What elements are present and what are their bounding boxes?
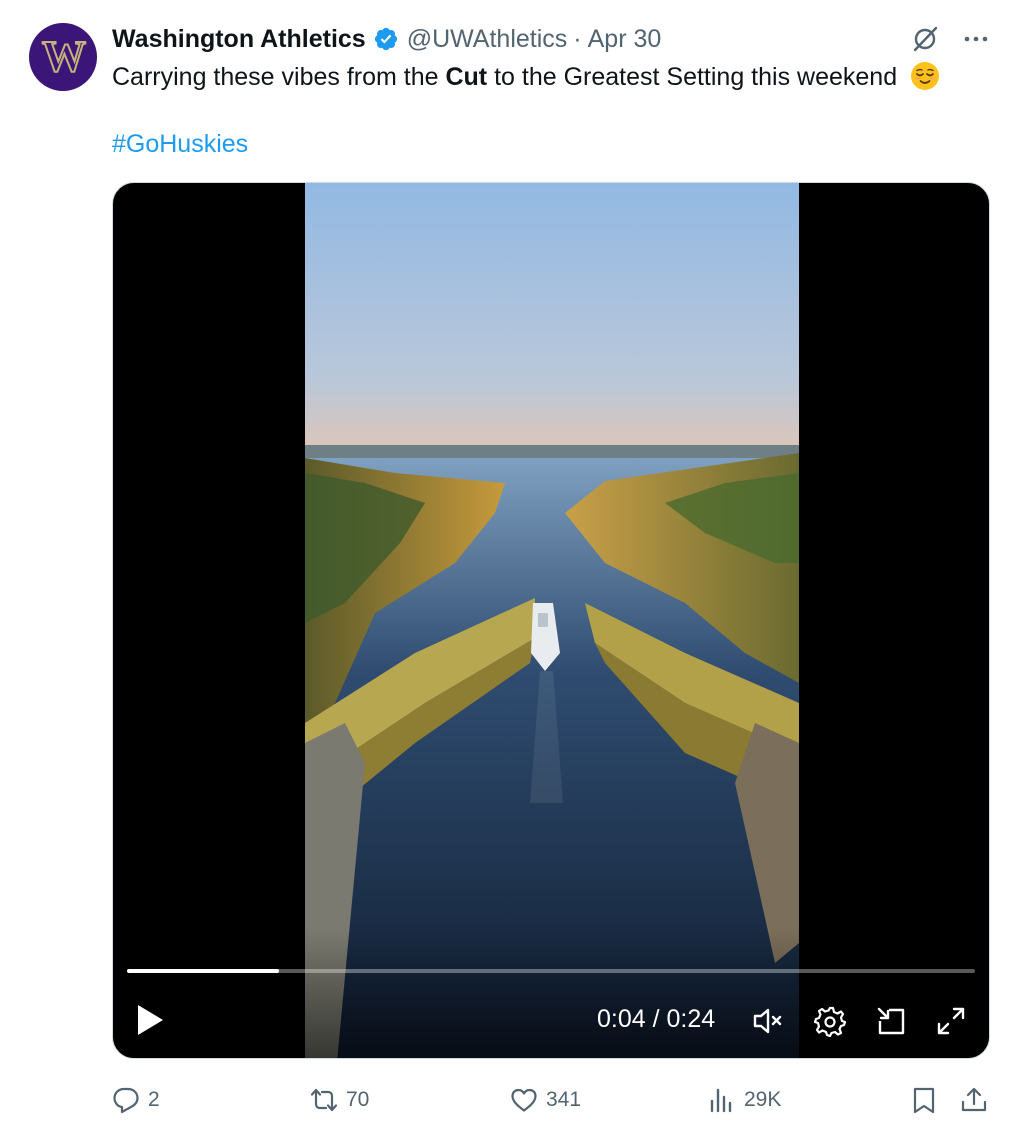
play-icon[interactable] [135,1003,165,1037]
relieved-face-emoji [911,62,940,90]
share-icon [961,1087,987,1112]
tweet-text: Carrying these vibes from the Cut to the… [112,61,992,93]
more-options-icon[interactable] [962,25,990,53]
video-progress-bar[interactable] [127,969,975,973]
top-right-actions [910,24,990,54]
hashtag-link[interactable]: #GoHuskies [112,128,248,160]
separator-dot: · [573,24,582,53]
retweet-button[interactable]: 70 [310,1080,369,1120]
verified-badge-icon[interactable] [373,26,399,52]
avatar-letter: W [41,32,87,81]
controls-overlay [113,928,989,1058]
display-name[interactable]: Washington Athletics [112,25,366,54]
like-button[interactable]: 341 [510,1080,581,1120]
views-chart-icon [710,1088,732,1113]
reply-button[interactable]: 2 [112,1080,160,1120]
video-progress-fill [127,969,279,973]
heart-icon [511,1088,537,1112]
bookmark-icon [913,1087,935,1114]
grok-icon[interactable] [910,24,940,54]
video-player[interactable]: 0:04 / 0:24 [112,182,990,1059]
tweet-date[interactable]: Apr 30 [588,25,662,54]
reply-icon [113,1087,139,1114]
reply-count: 2 [148,1088,160,1111]
avatar[interactable]: W [29,23,97,91]
user-handle[interactable]: @UWAthletics [407,25,568,54]
retweet-icon [310,1088,338,1112]
fullscreen-icon[interactable] [935,1005,967,1037]
mute-icon[interactable] [751,1005,783,1037]
bookmark-button[interactable] [910,1080,938,1120]
share-button[interactable] [960,1080,988,1120]
settings-gear-icon[interactable] [814,1005,846,1037]
views-button[interactable]: 29K [708,1080,781,1120]
tweet-action-bar: 2 70 341 29K [0,1080,1016,1120]
picture-in-picture-icon[interactable] [875,1005,907,1037]
like-count: 341 [546,1088,582,1111]
retweet-count: 70 [346,1088,370,1111]
tweet-text-end: to the Greatest Setting this weekend [487,63,898,91]
tweet-text-bold: Cut [445,63,488,91]
tweet-text-start: Carrying these vibes from the [112,63,446,91]
view-count: 29K [744,1088,782,1111]
video-time: 0:04 / 0:24 [597,1005,716,1033]
tweet-header: Washington Athletics @UWAthletics · Apr … [112,22,661,56]
